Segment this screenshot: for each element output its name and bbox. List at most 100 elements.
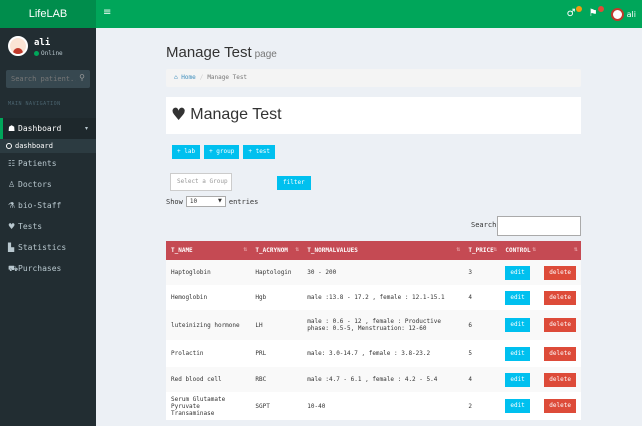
flag-icon[interactable]: ⚑ xyxy=(589,6,604,21)
edit-button[interactable]: edit xyxy=(505,318,530,332)
notification-badge xyxy=(575,6,582,12)
sidebar-menu: ☗ Dashboard ▾ dashboard ☷ Patients ♙ Doc… xyxy=(0,118,96,279)
cell-price: 4 xyxy=(463,367,501,392)
sidebar-search-input[interactable] xyxy=(6,70,76,88)
cell-price: 3 xyxy=(463,260,501,285)
sidebar-item-purchases[interactable]: ⛟ Purchases xyxy=(0,258,96,279)
column-header-normal-values[interactable]: T_NORMALVALUES ⇅ xyxy=(302,241,464,260)
box-header: ♥ Manage Test xyxy=(166,97,581,134)
flask-icon: ⚗ xyxy=(8,201,16,210)
edit-button[interactable]: edit xyxy=(505,265,530,280)
cell-price: 6 xyxy=(463,310,501,340)
main-content: Manage Test page ⌂ Home / Manage Test ♥ Man… xyxy=(96,28,642,426)
add-group-button[interactable]: + group xyxy=(204,145,240,159)
chevron-down-icon: ▼ xyxy=(218,198,222,204)
sidebar-item-bio-staff[interactable]: ⚗ bio-Staff xyxy=(0,195,96,216)
sidebar-item-patients[interactable]: ☷ Patients xyxy=(0,153,96,174)
edit-button[interactable]: edit xyxy=(505,290,530,305)
user-menu-name: ali xyxy=(626,9,636,19)
cell-name: Red blood cell xyxy=(166,367,251,392)
filter-button[interactable]: filter xyxy=(277,176,311,190)
add-test-button[interactable]: + test xyxy=(243,145,276,159)
page-title-text: Manage Test xyxy=(166,44,252,61)
edit-button[interactable]: edit xyxy=(505,399,530,413)
cell-delete: delete xyxy=(539,340,581,367)
online-status-icon xyxy=(34,51,39,56)
cell-name: Hemoglobin xyxy=(166,285,251,310)
delete-button[interactable]: delete xyxy=(544,372,576,387)
column-header-label: T_PRICE xyxy=(468,247,494,254)
sidebar-item-label: Tests xyxy=(18,222,43,231)
edit-button[interactable]: edit xyxy=(505,372,530,387)
cell-normal-values: male :4.7 - 6.1 , female : 4.2 - 5.4 xyxy=(302,367,464,392)
cell-delete: delete xyxy=(539,285,581,310)
search-icon[interactable]: ⚲ xyxy=(79,73,85,82)
delete-button[interactable]: delete xyxy=(544,318,576,332)
cell-price: 4 xyxy=(463,285,501,310)
cell-delete: delete xyxy=(539,367,581,392)
cell-normal-values: 30 - 200 xyxy=(302,260,464,285)
sidebar-item-statistics[interactable]: ▙ Statistics xyxy=(0,237,96,258)
delete-button[interactable]: delete xyxy=(544,399,576,413)
cell-edit: edit xyxy=(500,392,540,420)
cell-acronym: SGPT xyxy=(250,392,303,420)
app-logo[interactable]: LifeLAB xyxy=(0,0,96,28)
cell-price: 5 xyxy=(463,340,501,367)
cell-price: 2 xyxy=(463,392,501,420)
show-entries: Show 10 ▼ entries xyxy=(166,196,258,207)
user-status-text: Online xyxy=(41,50,63,57)
sidebar: ali Online ⚲ MAIN NAVIGATION ☗ Dashboard… xyxy=(0,28,96,426)
sidebar-item-label: Purchases xyxy=(18,264,62,273)
user-md-icon: ♙ xyxy=(8,180,16,189)
sidebar-toggle-icon[interactable]: ≡ xyxy=(103,7,111,18)
column-header-control[interactable]: CONTROL ⇅ xyxy=(500,241,540,260)
user-panel-name: ali xyxy=(34,38,51,48)
cell-name: Prolactin xyxy=(166,340,251,367)
show-label: Show xyxy=(166,197,183,206)
breadcrumb-home-label: Home xyxy=(181,74,196,81)
cell-edit: edit xyxy=(500,310,540,340)
column-header-acronym[interactable]: T_ACRYNOM ⇅ xyxy=(250,241,303,260)
tests-table: T_NAME ⇅ T_ACRYNOM ⇅ T_NORMALVALUES ⇅ T_PRI… xyxy=(166,241,581,420)
table-row: Haptoglobin Haptologin 30 - 200 3 edit d… xyxy=(166,260,581,285)
sort-icon: ⇅ xyxy=(295,247,300,253)
cell-delete: delete xyxy=(539,260,581,285)
chevron-down-icon: ▾ xyxy=(84,125,88,132)
breadcrumb: ⌂ Home / Manage Test xyxy=(166,69,581,87)
user-menu[interactable]: ali xyxy=(610,7,636,21)
user-avatar-small xyxy=(610,7,624,21)
nav-header: MAIN NAVIGATION xyxy=(8,101,61,107)
column-header-delete[interactable]: ⇅ xyxy=(539,241,581,260)
heartbeat-icon: ♥ xyxy=(8,222,16,231)
top-navbar: LifeLAB ≡ ♂ ⚑ ali xyxy=(0,0,642,28)
entries-select[interactable]: 10 ▼ xyxy=(185,196,226,207)
column-header-name[interactable]: T_NAME ⇅ xyxy=(166,241,251,260)
table-row: luteinizing hormone LH male : 0.6 - 12 ,… xyxy=(166,310,581,340)
group-select[interactable]: Select a Group xyxy=(170,173,232,191)
sidebar-item-dashboard[interactable]: ☗ Dashboard ▾ xyxy=(0,118,96,139)
entries-select-value: 10 xyxy=(189,198,198,205)
sidebar-subitem-dashboard[interactable]: dashboard xyxy=(0,139,96,153)
navbar-right: ♂ ⚑ ali xyxy=(567,5,636,23)
cell-edit: edit xyxy=(500,285,540,310)
edit-button[interactable]: edit xyxy=(505,346,530,361)
entries-label: entries xyxy=(228,197,259,206)
breadcrumb-separator: / xyxy=(199,74,204,81)
cell-normal-values: male : 0.6 - 12 , female : Productive ph… xyxy=(302,310,464,340)
sidebar-item-doctors[interactable]: ♙ Doctors xyxy=(0,174,96,195)
delete-button[interactable]: delete xyxy=(544,290,576,305)
chart-icon: ▙ xyxy=(8,243,15,252)
cell-name: luteinizing hormone xyxy=(166,310,251,340)
user-panel: ali Online xyxy=(0,28,96,64)
column-header-label: T_ACRYNOM xyxy=(255,247,288,254)
add-lab-button[interactable]: + lab xyxy=(172,145,201,159)
notification-bell-icon[interactable]: ♂ xyxy=(567,6,582,21)
delete-button[interactable]: delete xyxy=(544,346,576,361)
breadcrumb-home[interactable]: ⌂ Home xyxy=(174,74,196,81)
column-header-price[interactable]: T_PRICE ⇅ xyxy=(463,241,501,260)
sidebar-item-tests[interactable]: ♥ Tests xyxy=(0,216,96,237)
user-avatar xyxy=(8,36,28,56)
sort-icon: ⇅ xyxy=(493,247,498,253)
delete-button[interactable]: delete xyxy=(544,265,576,280)
table-search-input[interactable] xyxy=(497,216,581,236)
